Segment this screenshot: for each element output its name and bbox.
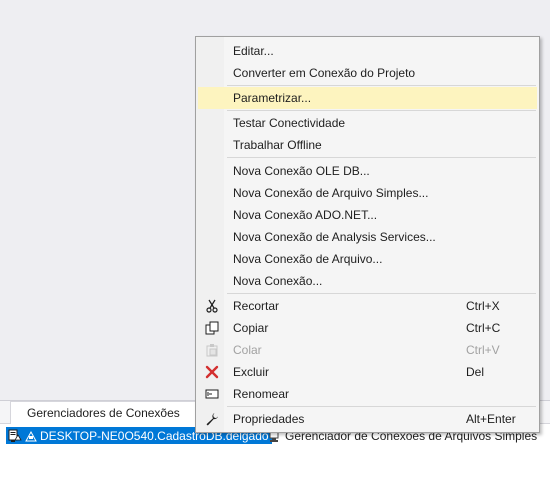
menu-item-edit[interactable]: Editar...	[198, 40, 537, 62]
menu-item-copy[interactable]: Copiar Ctrl+C	[198, 317, 537, 339]
data-source-icon	[25, 429, 37, 443]
menu-separator	[227, 85, 536, 86]
menu-item-convert-to-project-connection[interactable]: Converter em Conexão do Projeto	[198, 62, 537, 84]
menu-separator	[227, 293, 536, 294]
context-menu: Editar... Converter em Conexão do Projet…	[195, 36, 540, 433]
menu-item-shortcut: Ctrl+C	[466, 321, 501, 335]
menu-item-label: Converter em Conexão do Projeto	[233, 66, 416, 80]
menu-item-label: Nova Conexão de Arquivo...	[233, 252, 383, 266]
scissors-icon	[205, 299, 219, 313]
menu-item-test-connectivity[interactable]: Testar Conectividade	[198, 112, 537, 134]
menu-item-shortcut: Alt+Enter	[466, 412, 516, 426]
menu-item-label: Nova Conexão ADO.NET...	[233, 208, 378, 222]
database-connection-icon	[8, 429, 22, 443]
menu-item-label: Nova Conexão de Analysis Services...	[233, 230, 436, 244]
menu-item-paste[interactable]: Colar Ctrl+V	[198, 339, 537, 361]
menu-item-label: Renomear	[233, 387, 290, 401]
menu-item-label: Editar...	[233, 44, 274, 58]
delete-x-icon	[205, 365, 219, 379]
menu-item-cut[interactable]: Recortar Ctrl+X	[198, 295, 537, 317]
menu-separator	[227, 110, 536, 111]
menu-item-new-oledb-connection[interactable]: Nova Conexão OLE DB...	[198, 160, 537, 182]
menu-item-new-analysis-services-connection[interactable]: Nova Conexão de Analysis Services...	[198, 226, 537, 248]
menu-item-new-flat-file-connection[interactable]: Nova Conexão de Arquivo Simples...	[198, 182, 537, 204]
menu-item-label: Nova Conexão de Arquivo Simples...	[233, 186, 429, 200]
menu-item-label: Recortar	[233, 299, 280, 313]
menu-item-delete[interactable]: Excluir Del	[198, 361, 537, 383]
menu-item-new-file-connection[interactable]: Nova Conexão de Arquivo...	[198, 248, 537, 270]
menu-item-parameterize[interactable]: Parametrizar...	[198, 87, 537, 109]
menu-item-label: Testar Conectividade	[233, 116, 346, 130]
tab-connection-managers[interactable]: Gerenciadores de Conexões	[10, 401, 197, 424]
menu-item-new-adonet-connection[interactable]: Nova Conexão ADO.NET...	[198, 204, 537, 226]
menu-item-label: Parametrizar...	[233, 91, 312, 105]
menu-item-label: Copiar	[233, 321, 269, 335]
menu-item-label: Nova Conexão OLE DB...	[233, 164, 370, 178]
menu-item-new-connection[interactable]: Nova Conexão...	[198, 270, 537, 292]
menu-item-label: Nova Conexão...	[233, 274, 323, 288]
copy-icon	[205, 321, 219, 335]
menu-separator	[227, 406, 536, 407]
menu-item-label: Excluir	[233, 365, 270, 379]
menu-item-shortcut: Ctrl+X	[466, 299, 500, 313]
wrench-icon	[205, 412, 219, 426]
menu-item-properties[interactable]: Propriedades Alt+Enter	[198, 408, 537, 430]
menu-item-label: Propriedades	[233, 412, 305, 426]
menu-separator	[227, 157, 536, 158]
menu-item-label: Colar	[233, 343, 262, 357]
menu-item-work-offline[interactable]: Trabalhar Offline	[198, 134, 537, 156]
menu-item-shortcut: Ctrl+V	[466, 343, 500, 357]
menu-item-rename[interactable]: Renomear	[198, 383, 537, 405]
menu-item-shortcut: Del	[466, 365, 485, 379]
rename-icon	[205, 387, 219, 401]
menu-item-label: Trabalhar Offline	[233, 138, 322, 152]
paste-icon	[205, 343, 219, 357]
